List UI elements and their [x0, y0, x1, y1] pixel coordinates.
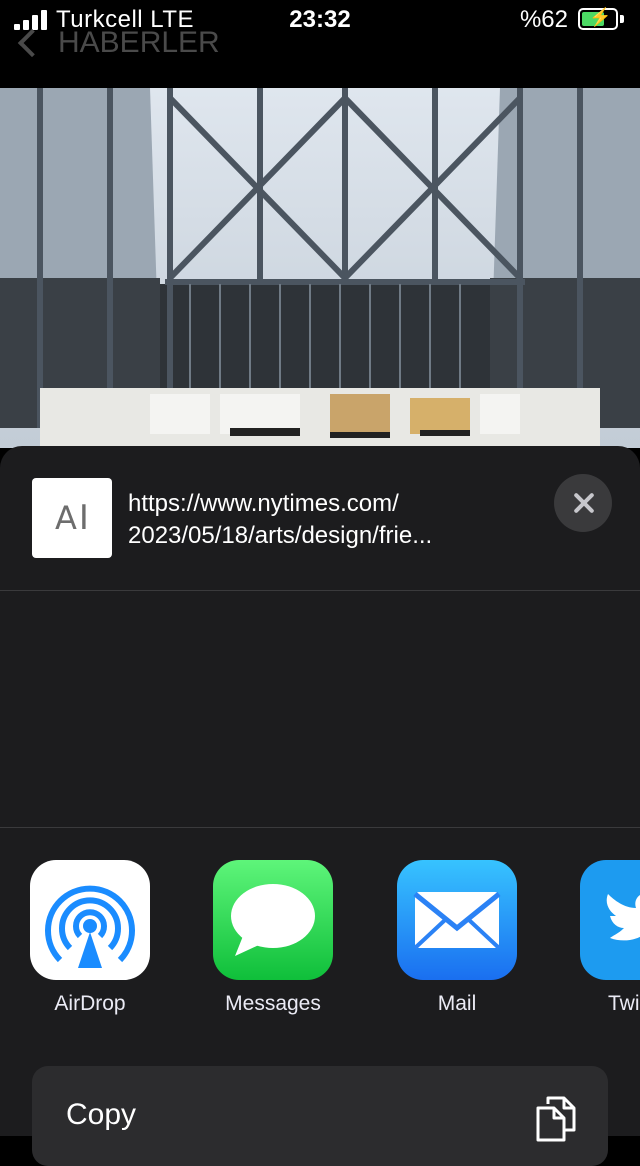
divider: [0, 590, 640, 591]
share-app-label: AirDrop: [54, 992, 126, 1015]
battery-tip: [620, 15, 624, 23]
copy-label: Copy: [66, 1098, 137, 1131]
share-app-airdrop[interactable]: AirDrop: [20, 860, 160, 1016]
back-label: HABERLER: [58, 26, 220, 59]
battery-charging-icon: ⚡: [578, 7, 618, 30]
shared-url: https://www.nytimes.com/ 2023/05/18/arts…: [128, 488, 528, 552]
share-app-label: Mail: [437, 992, 477, 1015]
share-app-messages[interactable]: Messages: [203, 860, 343, 1016]
copy-action-row[interactable]: Copy: [32, 1066, 608, 1166]
messages-icon: [213, 860, 333, 980]
link-thumbnail: AI: [32, 478, 112, 558]
twitter-icon: [580, 860, 640, 980]
share-sheet-header: AI https://www.nytimes.com/ 2023/05/18/a…: [0, 446, 640, 590]
share-app-twitter[interactable]: Twi: [570, 860, 640, 1016]
suggested-contacts-row: [0, 592, 640, 828]
shared-url-line2: 2023/05/18/arts/design/frie...: [128, 522, 433, 549]
battery-percentage: %62: [519, 6, 568, 33]
share-app-mail[interactable]: Mail: [387, 860, 527, 1016]
airdrop-icon: [30, 860, 150, 980]
shared-url-line1: https://www.nytimes.com/: [128, 490, 399, 517]
share-app-label: Twi: [608, 992, 640, 1015]
mail-icon: [397, 860, 517, 980]
share-app-label: Messages: [225, 992, 321, 1015]
back-button[interactable]: HABERLER: [14, 26, 220, 60]
share-apps-row: AirDrop Messages Mail Twi: [0, 860, 640, 1020]
article-hero-image: [0, 88, 640, 448]
close-button[interactable]: [554, 474, 612, 532]
status-bar: Turkcell LTE 23:32 %62 ⚡ HABERLER: [0, 0, 640, 88]
copy-icon: [536, 1096, 576, 1142]
text-cursor-icon: I: [78, 498, 89, 538]
thumbnail-letter: A: [55, 499, 77, 537]
divider: [0, 827, 640, 828]
share-sheet: AI https://www.nytimes.com/ 2023/05/18/a…: [0, 446, 640, 1166]
chevron-left-icon: [17, 28, 47, 58]
